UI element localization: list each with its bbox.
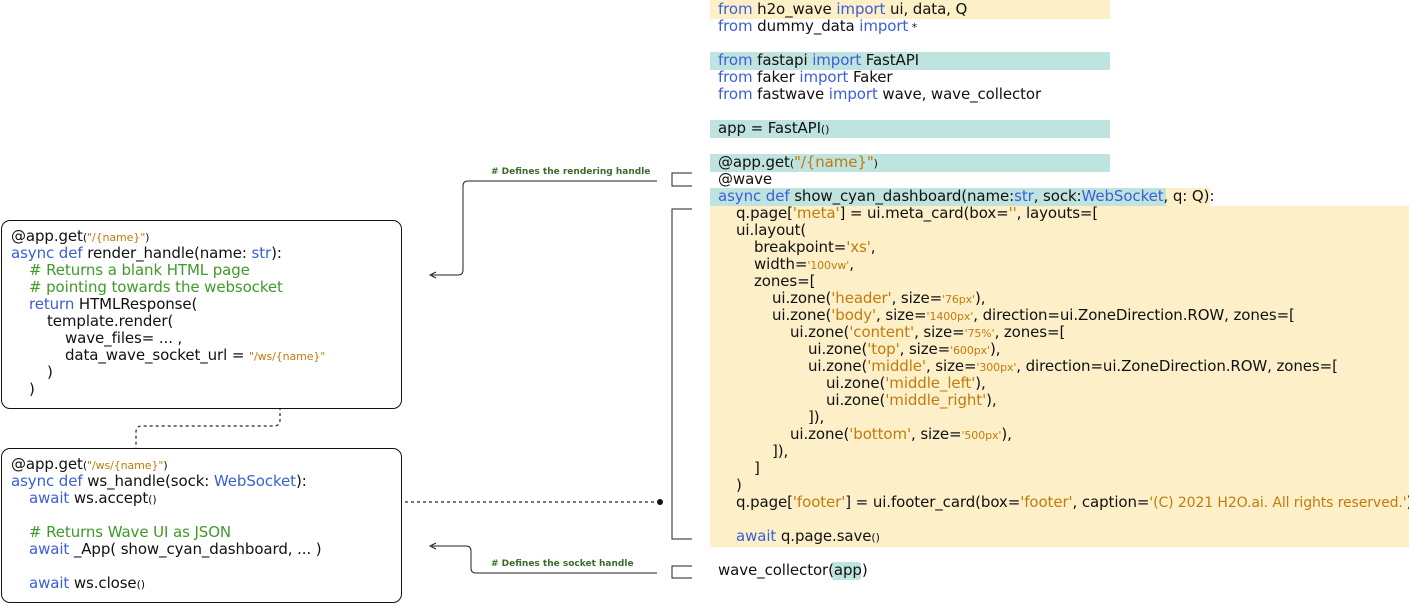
code-line: ui.zone('middle_right'), [826, 391, 997, 409]
ws-handle-box: @app.get("/ws/{name}") async def ws_hand… [1, 448, 402, 603]
code-line: zones=[ [754, 272, 816, 290]
code-line: q.page['footer'] = ui.footer_card(box='f… [736, 493, 1409, 512]
code-line: async def show_cyan_dashboard(name:str, … [718, 187, 1215, 205]
render-handle-box: @app.get("/{name}") async def render_han… [1, 220, 402, 409]
code-comment: # Returns a blank HTML page [29, 261, 250, 279]
code-line: await ws.close() [29, 574, 145, 592]
code-line: ui.layout( [736, 221, 807, 239]
code-line: ui.zone('bottom', size='500px'), [790, 425, 1012, 443]
code-line: breakpoint='xs', [754, 238, 876, 256]
code-line: return HTMLResponse( [29, 295, 198, 313]
code-line: data_wave_socket_url = "/ws/{name}" [65, 346, 326, 364]
code-line: await q.page.save() [736, 527, 880, 545]
code-line: ]), [808, 408, 825, 426]
code-comment: # pointing towards the websocket [29, 278, 283, 296]
code-line: wave_collector(app) [718, 561, 868, 579]
code-line: app = FastAPI() [718, 119, 830, 137]
code-line: from h2o_wave import ui, data, Q [718, 0, 968, 18]
code-line: await ws.accept() [29, 489, 157, 507]
code-line: from fastapi import FastAPI [718, 51, 919, 69]
socket-handle-label: # Defines the socket handle [491, 559, 634, 569]
code-line: from faker import Faker [718, 68, 893, 86]
code-line: template.render( [47, 312, 174, 330]
code-line: ) [29, 380, 35, 398]
code-line: from dummy_data import * [718, 17, 918, 35]
code-line: async def render_handle(name: str): [11, 244, 282, 262]
code-comment: # Returns Wave UI as JSON [29, 523, 232, 541]
code-line: @wave [718, 170, 773, 188]
code-line: async def ws_handle(sock: WebSocket): [11, 472, 307, 490]
rendering-handle-label: # Defines the rendering handle [491, 167, 651, 177]
code-line: ]), [772, 442, 789, 460]
code-line: ] [754, 459, 760, 477]
code-line: await _App( show_cyan_dashboard, ... ) [29, 540, 322, 558]
code-line: ) [736, 476, 742, 494]
code-line: from fastwave import wave, wave_collecto… [718, 85, 1042, 103]
code-line: ) [47, 363, 53, 381]
code-line: ui.zone('middle_left'), [826, 374, 986, 392]
code-line: q.page['meta'] = ui.meta_card(box='', la… [736, 204, 1099, 222]
code-line: wave_files= ... , [65, 329, 183, 347]
